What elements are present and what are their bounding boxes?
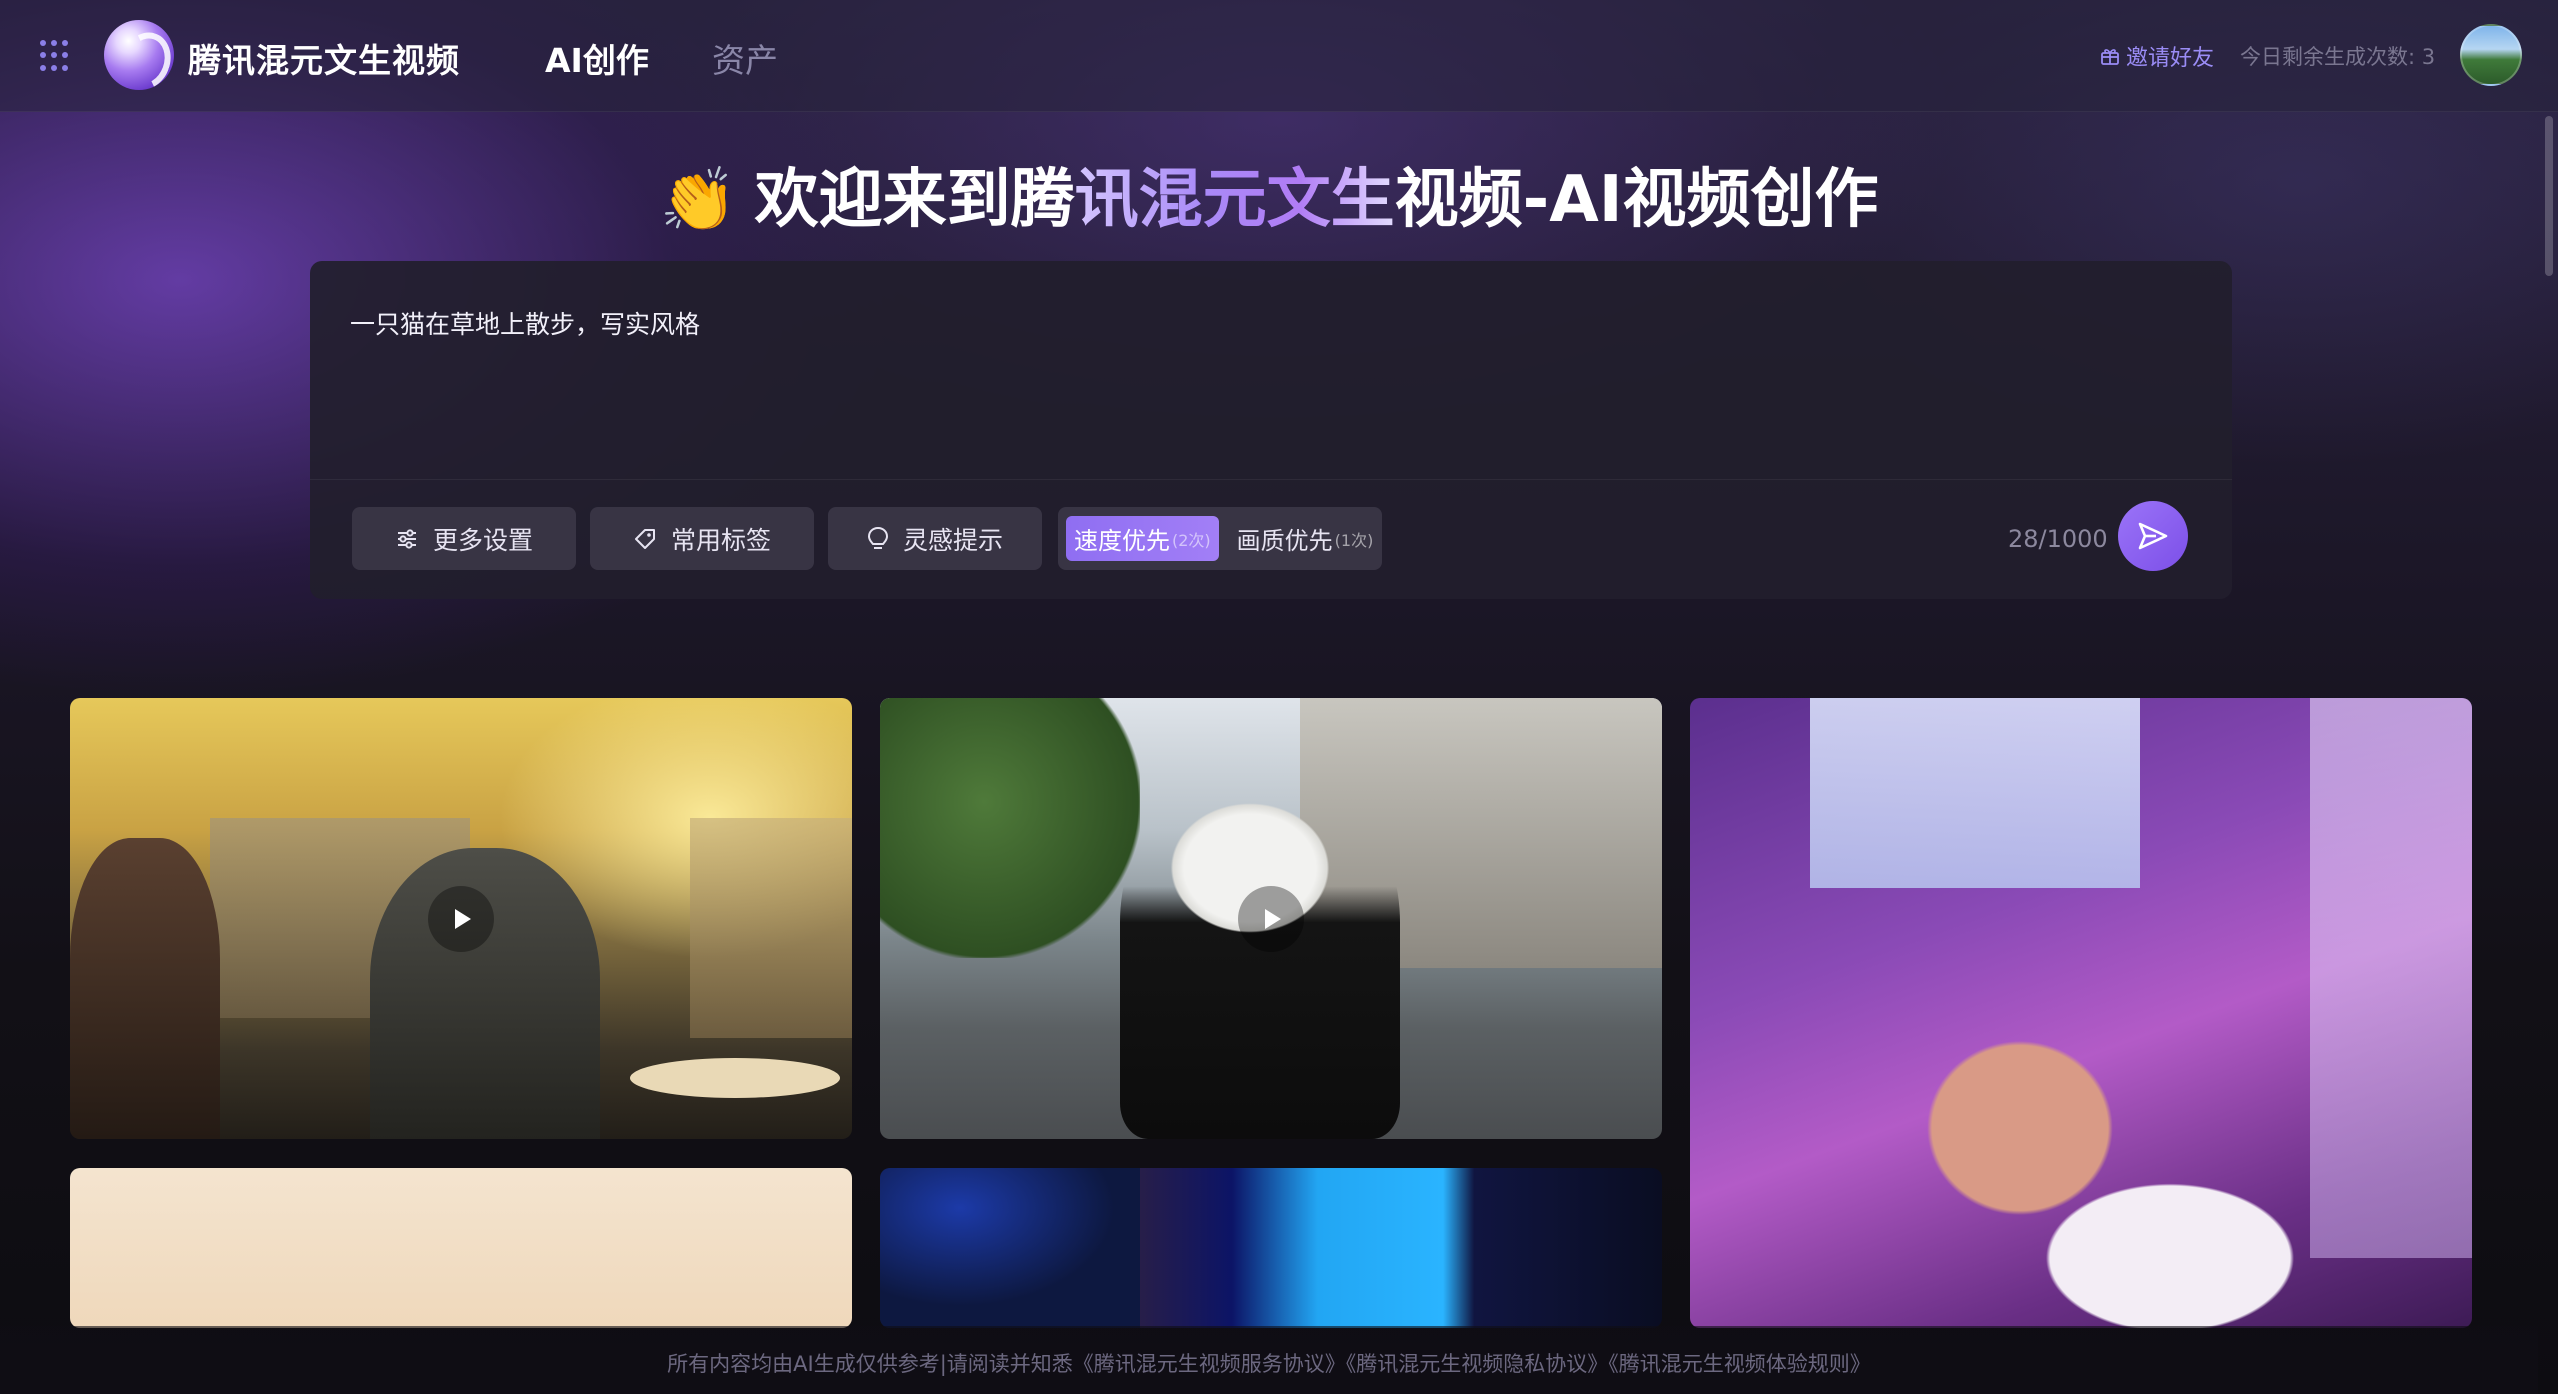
window-shape — [1810, 698, 2140, 888]
page-scrollbar[interactable] — [2538, 112, 2558, 1394]
play-icon[interactable] — [1238, 886, 1304, 952]
gift-icon — [2100, 46, 2120, 66]
page-title: 👏 欢迎来到腾讯混元文生视频-AI视频创作 — [0, 148, 2538, 240]
video-card-girl-figurines[interactable] — [1690, 698, 2472, 1328]
speed-priority-cost: (2次) — [1172, 527, 1211, 551]
apps-grid-icon[interactable] — [40, 40, 72, 72]
quality-priority-cost: (1次) — [1335, 527, 1374, 551]
lightbulb-icon — [867, 526, 889, 552]
video-card-panda-bicycle[interactable] — [880, 698, 1662, 1139]
quality-priority-label: 画质优先 — [1237, 521, 1333, 556]
title-prefix: 欢迎来到腾 — [755, 163, 1075, 237]
title-highlight: 讯混元文生 — [1075, 163, 1395, 237]
char-count: 28/1000 — [2008, 525, 2108, 553]
clapping-hands-icon: 👏 — [659, 163, 736, 236]
quality-priority-option[interactable]: 画质优先(1次) — [1229, 516, 1382, 561]
face-shape — [880, 1168, 1140, 1328]
footer-notice[interactable]: 所有内容均由AI生成仅供参考|请阅读并知悉《腾讯混元生视频服务协议》《腾讯混元生… — [0, 1348, 2538, 1378]
avatar[interactable] — [2460, 24, 2522, 86]
tab-ai-create[interactable]: AI创作 — [545, 34, 649, 82]
app-title[interactable]: 腾讯混元文生视频 — [188, 34, 460, 82]
prompt-panel: 一只猫在草地上散步，写实风格 更多设置 常用标签 灵感提示 速度优先(2次) — [310, 261, 2232, 599]
generation-mode-toggle: 速度优先(2次) 画质优先(1次) — [1058, 507, 1382, 570]
table-shape — [630, 1058, 840, 1098]
sliders-icon — [395, 527, 419, 551]
more-settings-button[interactable]: 更多设置 — [352, 507, 576, 570]
invite-label: 邀请好友 — [2126, 40, 2214, 72]
common-tags-button[interactable]: 常用标签 — [590, 507, 814, 570]
top-navigation-bar: 腾讯混元文生视频 AI创作 资产 邀请好友 今日剩余生成次数: 3 — [0, 0, 2558, 112]
person-shape — [370, 848, 600, 1139]
remaining-generations: 今日剩余生成次数: 3 — [2240, 41, 2435, 71]
girl-shape — [1810, 998, 2330, 1328]
title-suffix: 视频-AI视频创作 — [1395, 163, 1879, 237]
shelf-shape — [2310, 698, 2472, 1258]
divider — [310, 479, 2232, 480]
send-button[interactable] — [2118, 501, 2188, 571]
more-settings-label: 更多设置 — [433, 521, 533, 557]
speed-priority-label: 速度优先 — [1074, 521, 1170, 556]
person-shape — [70, 838, 220, 1139]
send-icon — [2136, 519, 2170, 553]
common-tags-label: 常用标签 — [671, 521, 771, 557]
play-icon[interactable] — [428, 886, 494, 952]
speed-priority-option[interactable]: 速度优先(2次) — [1066, 516, 1219, 561]
video-card-paris-cafe[interactable] — [70, 698, 852, 1139]
tab-assets[interactable]: 资产 — [712, 34, 778, 82]
video-card-desert[interactable] — [70, 1168, 852, 1328]
tree-shape — [880, 698, 1140, 958]
logo-icon[interactable] — [104, 20, 174, 90]
prompt-input[interactable]: 一只猫在草地上散步，写实风格 — [350, 305, 2190, 465]
scrollbar-thumb[interactable] — [2545, 116, 2553, 276]
building-shape — [690, 818, 852, 1038]
video-card-blue-face[interactable] — [880, 1168, 1662, 1328]
invite-friends-link[interactable]: 邀请好友 — [2100, 40, 2214, 72]
tag-icon — [633, 527, 657, 551]
inspiration-button[interactable]: 灵感提示 — [828, 507, 1042, 570]
panda-shape — [1120, 778, 1400, 1139]
inspiration-label: 灵感提示 — [903, 521, 1003, 557]
